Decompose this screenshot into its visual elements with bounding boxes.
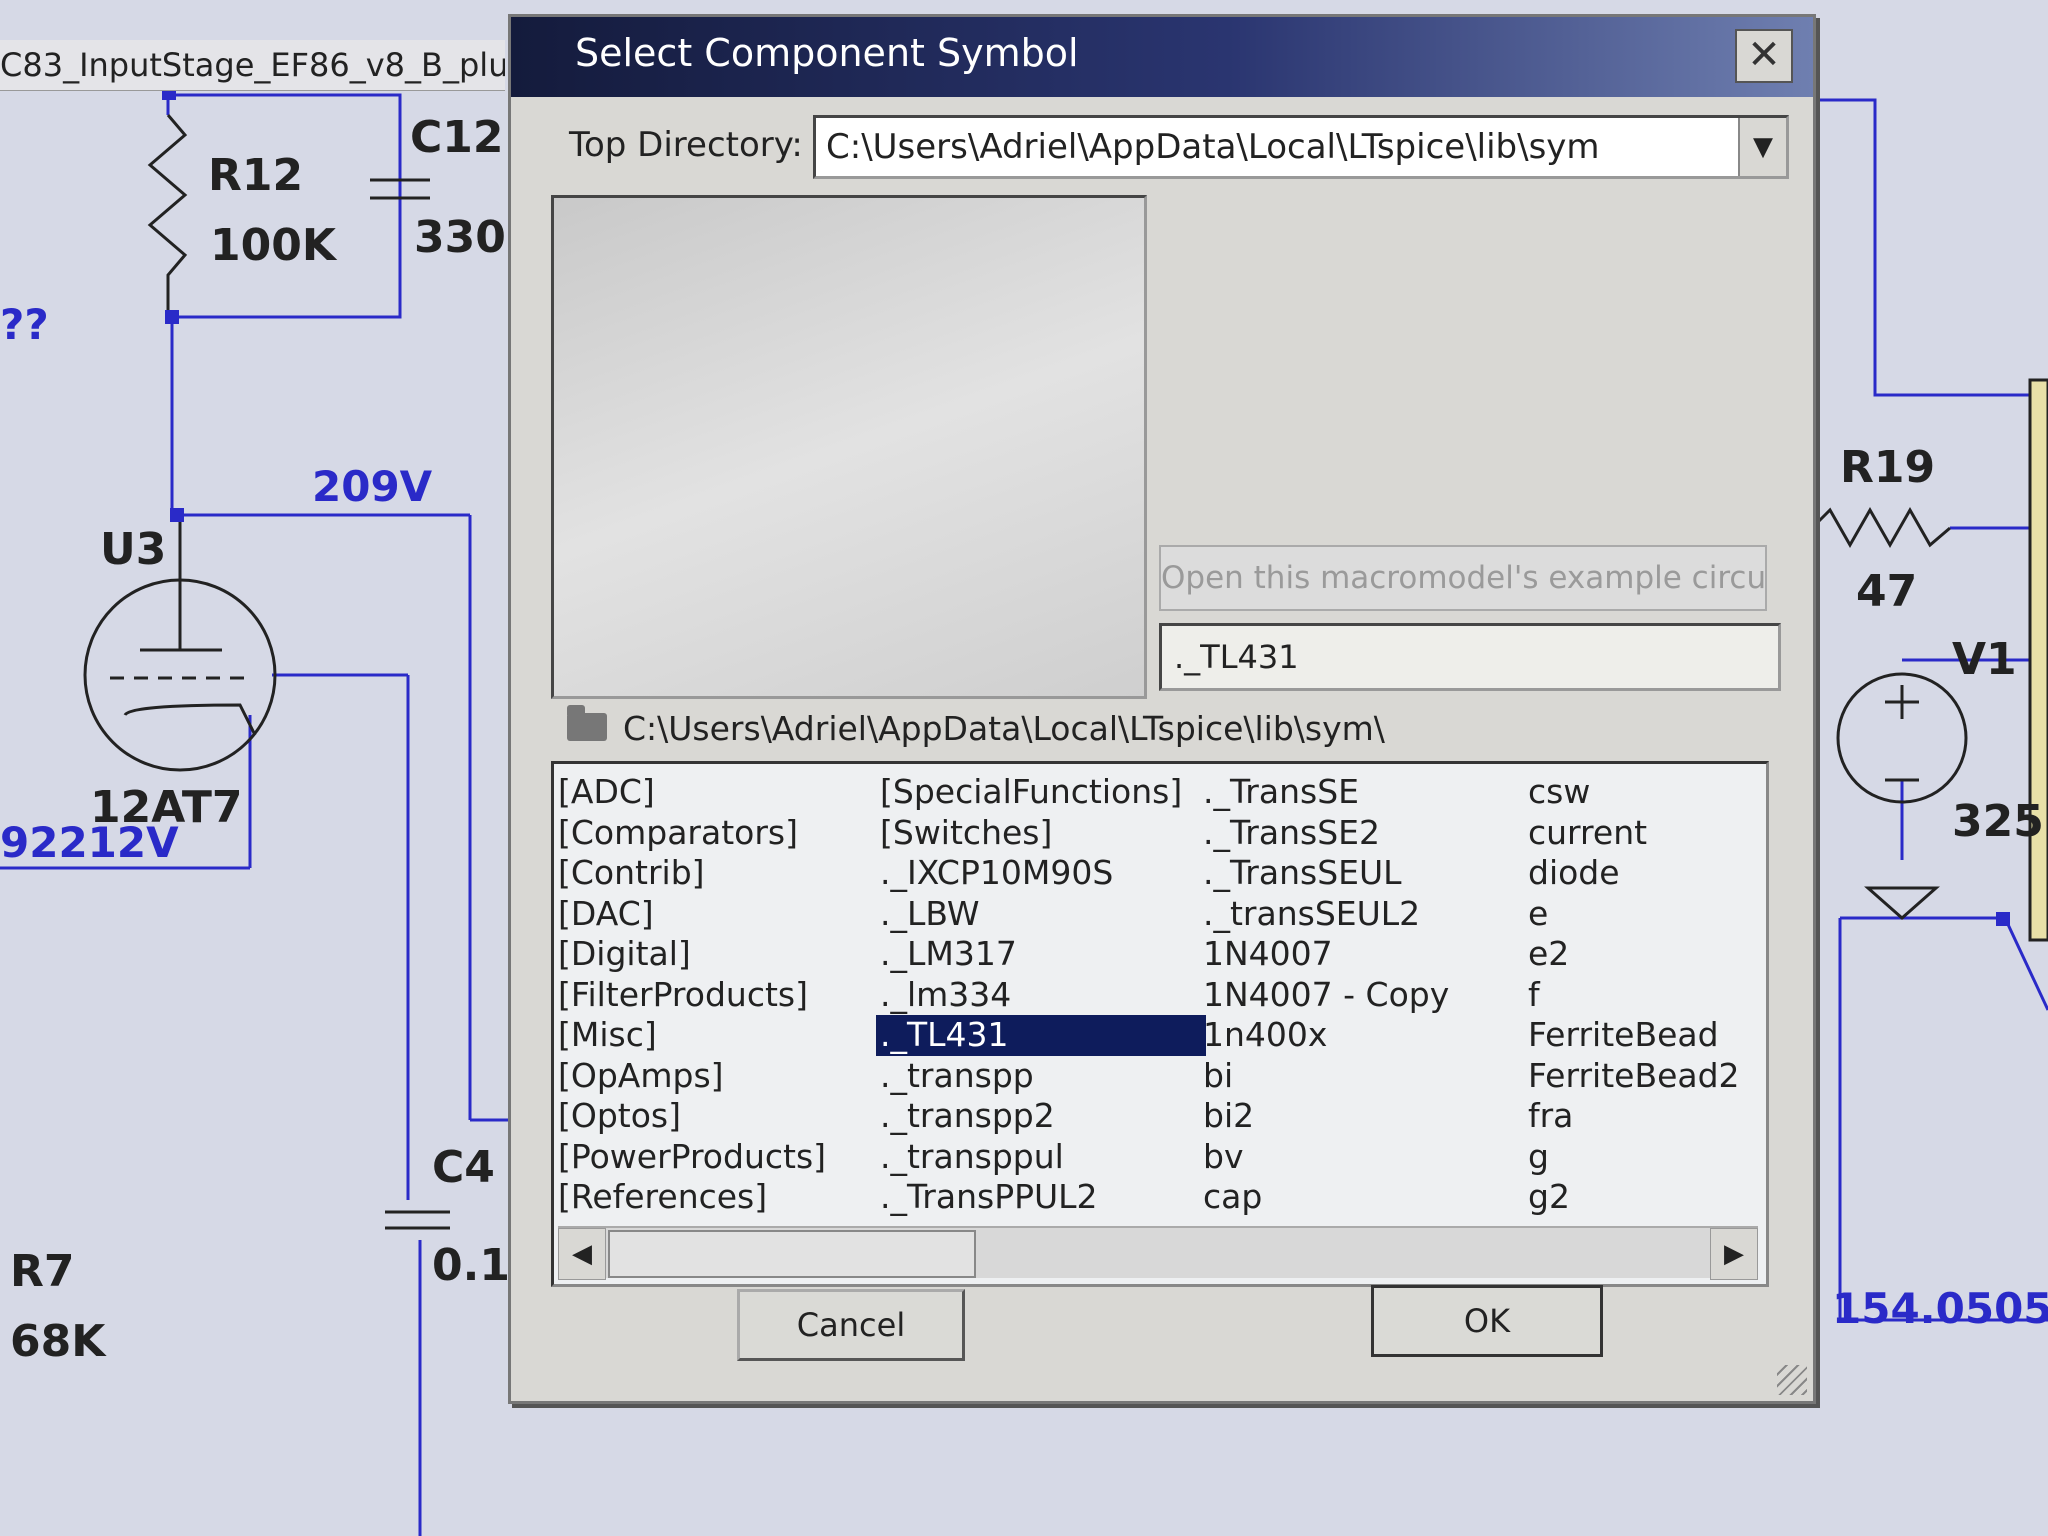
ok-button[interactable]: OK — [1371, 1285, 1603, 1357]
list-item[interactable]: [OpAmps] — [554, 1056, 884, 1097]
list-item[interactable]: [PowerProducts] — [554, 1137, 884, 1178]
r7-value: 68K — [10, 1316, 106, 1367]
list-item[interactable]: [SpecialFunctions] — [876, 772, 1206, 813]
horizontal-scrollbar[interactable]: ◀ ▶ — [558, 1226, 1758, 1280]
r7-label: R7 — [10, 1246, 75, 1297]
list-item[interactable]: FerriteBead — [1524, 1015, 1766, 1056]
list-item[interactable]: [Digital] — [554, 934, 884, 975]
open-example-button: Open this macromodel's example circuit — [1159, 545, 1767, 611]
r12-label: R12 — [208, 150, 304, 201]
v1-label: V1 — [1952, 634, 2017, 685]
dialog-title: Select Component Symbol — [575, 31, 1079, 75]
scroll-right-icon[interactable]: ▶ — [1710, 1228, 1758, 1280]
symbol-list[interactable]: [ADC] [Comparators] [Contrib] [DAC] [Digital… — [551, 761, 1769, 1287]
list-item[interactable]: e2 — [1524, 934, 1766, 975]
list-item[interactable]: [FilterProducts] — [554, 975, 884, 1016]
list-item[interactable]: ._TransPPUL2 — [876, 1177, 1206, 1218]
top-directory-label: Top Directory: — [569, 125, 803, 165]
list-item[interactable]: cap — [1199, 1177, 1529, 1218]
list-item[interactable]: [Switches] — [876, 813, 1206, 854]
list-item[interactable]: [Contrib] — [554, 853, 884, 894]
resize-grip-icon[interactable] — [1777, 1365, 1807, 1395]
dialog-titlebar[interactable]: Select Component Symbol ✕ — [511, 17, 1813, 97]
list-item[interactable]: f — [1524, 975, 1766, 1016]
list-item[interactable]: [ADC] — [554, 772, 884, 813]
voltage-left: 92212V — [0, 818, 179, 867]
top-directory-value: C:\Users\Adriel\AppData\Local\LTspice\li… — [826, 127, 1600, 167]
list-item[interactable]: g — [1524, 1137, 1766, 1178]
list-item[interactable]: current — [1524, 813, 1766, 854]
current-path: C:\Users\Adriel\AppData\Local\LTspice\li… — [567, 704, 1385, 759]
list-item[interactable]: bi — [1199, 1056, 1529, 1097]
list-item[interactable]: bi2 — [1199, 1096, 1529, 1137]
list-item[interactable]: ._transpp2 — [876, 1096, 1206, 1137]
list-item[interactable]: ._transpp — [876, 1056, 1206, 1097]
list-item[interactable]: g2 — [1524, 1177, 1766, 1218]
list-item[interactable]: ._transSEUL2 — [1199, 894, 1529, 935]
list-item[interactable]: ._TransSEUL — [1199, 853, 1529, 894]
list-item[interactable]: [DAC] — [554, 894, 884, 935]
u3-label: U3 — [100, 524, 167, 575]
close-icon[interactable]: ✕ — [1735, 29, 1793, 83]
list-item[interactable]: ._TransSE — [1199, 772, 1529, 813]
list-item[interactable]: ._TransSE2 — [1199, 813, 1529, 854]
scroll-left-icon[interactable]: ◀ — [558, 1228, 606, 1280]
r12-value: 100K — [210, 220, 336, 271]
v1-value: 325 — [1952, 796, 2044, 847]
list-item[interactable]: [Optos] — [554, 1096, 884, 1137]
scrollbar-thumb[interactable] — [608, 1230, 976, 1278]
c12-value: 330 — [414, 212, 506, 263]
cancel-button[interactable]: Cancel — [737, 1289, 965, 1361]
list-item[interactable]: FerriteBead2 — [1524, 1056, 1766, 1097]
list-item[interactable]: [Comparators] — [554, 813, 884, 854]
c12-label: C12 — [410, 112, 504, 163]
list-item[interactable]: 1N4007 - Copy — [1199, 975, 1529, 1016]
symbol-list-column-4: csw current diode e e2 f FerriteBead FerriteBea… — [1524, 772, 1766, 1218]
top-directory-select[interactable]: C:\Users\Adriel\AppData\Local\LTspice\li… — [813, 115, 1789, 179]
list-item[interactable]: ._LM317 — [876, 934, 1206, 975]
voltage-right: 154.0505 — [1832, 1284, 2048, 1333]
r19-value: 47 — [1856, 566, 1918, 617]
unknown-net-label: ?? — [0, 300, 49, 349]
voltage-209v: 209V — [312, 462, 433, 511]
list-item[interactable]: 1n400x — [1199, 1015, 1529, 1056]
list-item[interactable]: bv — [1199, 1137, 1529, 1178]
folder-icon — [567, 704, 607, 741]
schematic-tab-title[interactable]: C83_InputStage_EF86_v8_B_plus — [0, 40, 505, 91]
list-item[interactable]: diode — [1524, 853, 1766, 894]
c4-label: C4 — [432, 1142, 495, 1193]
r19-label: R19 — [1840, 442, 1936, 493]
current-path-text: C:\Users\Adriel\AppData\Local\LTspice\li… — [623, 709, 1385, 748]
chevron-down-icon[interactable]: ▼ — [1738, 118, 1786, 176]
list-item[interactable]: ._lm334 — [876, 975, 1206, 1016]
symbol-preview — [551, 195, 1147, 699]
symbol-list-column-1: [ADC] [Comparators] [Contrib] [DAC] [Digital… — [554, 772, 884, 1218]
list-item[interactable]: ._transppul — [876, 1137, 1206, 1178]
symbol-name-field[interactable]: ._TL431 — [1159, 623, 1781, 691]
list-item[interactable]: [References] — [554, 1177, 884, 1218]
list-item[interactable]: e — [1524, 894, 1766, 935]
list-item[interactable]: [Misc] — [554, 1015, 884, 1056]
select-component-dialog: Select Component Symbol ✕ Top Directory:… — [508, 14, 1816, 1404]
symbol-list-column-3: ._TransSE ._TransSE2 ._TransSEUL ._transSEU… — [1199, 772, 1529, 1218]
list-item[interactable]: csw — [1524, 772, 1766, 813]
list-item[interactable]: fra — [1524, 1096, 1766, 1137]
list-item[interactable]: ._IXCP10M90S — [876, 853, 1206, 894]
symbol-list-column-2: [SpecialFunctions] [Switches] ._IXCP10M90S… — [876, 772, 1206, 1218]
list-item[interactable]: 1N4007 — [1199, 934, 1529, 975]
list-item[interactable]: ._LBW — [876, 894, 1206, 935]
list-item[interactable]: ._TL431 — [876, 1015, 1206, 1056]
